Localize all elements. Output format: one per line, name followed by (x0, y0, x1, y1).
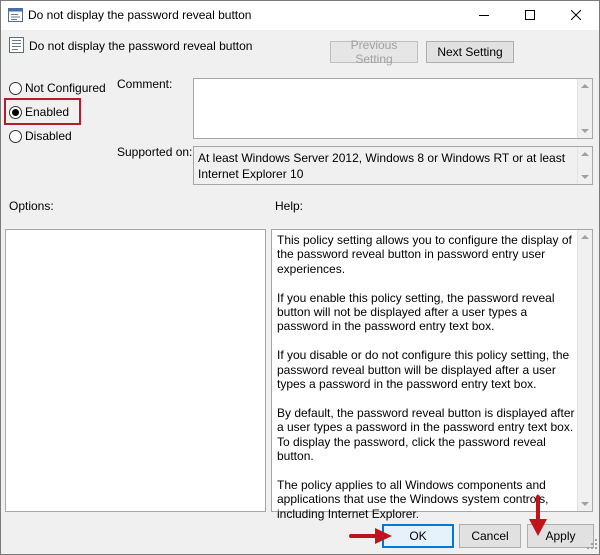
resize-grip-icon[interactable] (587, 538, 597, 552)
radio-button[interactable] (9, 105, 22, 119)
policy-title: Do not display the password reveal butto… (29, 39, 253, 53)
radio-label: Disabled (25, 129, 72, 143)
window-title: Do not display the password reveal butto… (28, 8, 252, 22)
help-paragraph: By default, the password reveal button i… (277, 405, 575, 464)
supported-scrollbar[interactable] (577, 147, 592, 184)
radio-not-configured[interactable]: Not Configured (9, 80, 106, 96)
help-paragraph: If you enable this policy setting, the p… (277, 290, 555, 334)
close-button[interactable] (553, 1, 599, 30)
options-panel (5, 229, 266, 512)
policy-settings-icon (8, 8, 23, 22)
scroll-down-icon[interactable] (581, 502, 589, 506)
supported-on-field: At least Windows Server 2012, Windows 8 … (193, 146, 593, 185)
comment-field[interactable] (193, 78, 593, 139)
radio-disabled[interactable]: Disabled (9, 128, 72, 144)
options-label: Options: (9, 199, 54, 213)
annotation-arrow-right-icon (349, 528, 392, 544)
supported-on-label: Supported on: (117, 145, 193, 159)
scroll-down-icon[interactable] (581, 129, 589, 133)
policy-header-icon (9, 37, 24, 53)
scroll-down-icon[interactable] (581, 175, 589, 179)
radio-label: Enabled (25, 105, 70, 119)
supported-on-value: At least Windows Server 2012, Windows 8 … (198, 151, 566, 181)
comment-scrollbar[interactable] (577, 79, 592, 138)
minimize-button[interactable] (461, 1, 507, 30)
help-label: Help: (275, 199, 304, 213)
maximize-button[interactable] (507, 1, 553, 30)
radio-label: Not Configured (25, 81, 106, 95)
radio-button[interactable] (9, 81, 22, 95)
help-text: This policy setting allows you to config… (277, 233, 575, 535)
comment-label: Comment: (117, 77, 173, 91)
radio-button[interactable] (9, 129, 22, 143)
radio-enabled[interactable]: Enabled (9, 104, 69, 120)
previous-setting-button[interactable]: Previous Setting (330, 38, 418, 66)
scroll-up-icon[interactable] (581, 152, 589, 156)
cancel-button[interactable]: Cancel (459, 524, 521, 548)
close-icon (570, 9, 582, 23)
title-bar: Do not display the password reveal butto… (1, 1, 599, 30)
policy-dialog-window: Do not display the password reveal butto… (0, 0, 600, 555)
help-scrollbar[interactable] (577, 230, 592, 511)
scroll-up-icon[interactable] (581, 235, 589, 239)
help-paragraph: This policy setting allows you to config… (277, 233, 572, 276)
scroll-up-icon[interactable] (581, 84, 589, 88)
annotation-arrow-down-icon (529, 495, 547, 536)
help-paragraph: If you disable or do not configure this … (277, 348, 570, 392)
maximize-icon (525, 9, 535, 23)
next-setting-button[interactable]: Next Setting (426, 41, 514, 63)
minimize-icon (479, 9, 489, 23)
help-panel: This policy setting allows you to config… (271, 229, 593, 521)
